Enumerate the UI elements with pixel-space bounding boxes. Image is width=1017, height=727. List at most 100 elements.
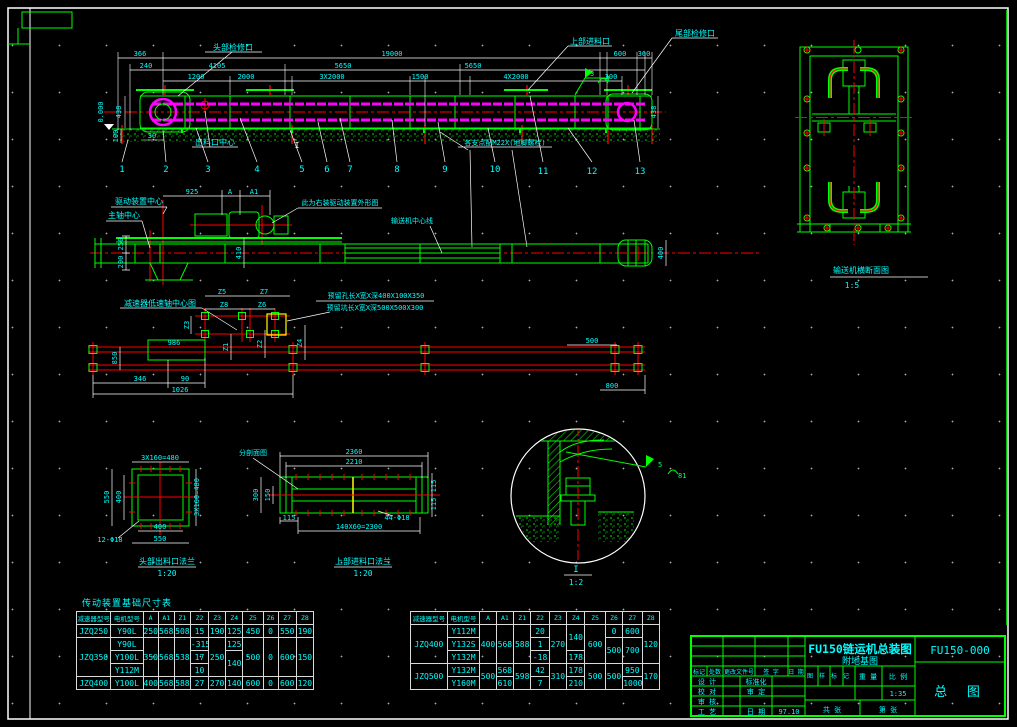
dim-200: 200	[117, 256, 125, 269]
dim-300-4b: 300	[252, 489, 260, 502]
dim-4a-right: 3X160=480	[193, 478, 201, 516]
dim-240: 240	[140, 62, 153, 70]
dim-100: 100	[112, 130, 120, 143]
tb-audit: 审 核	[698, 697, 716, 706]
dim-pitch-4b: 140X60=2300	[336, 523, 382, 531]
caption-section: 输送机横断面图	[833, 265, 889, 275]
dim-4a-left-inner: 400	[115, 491, 123, 504]
item-13: 13	[635, 167, 646, 177]
view1-elevation: 头部检修口 上部进料口 尾部检修口 出料口中心 各支点配M22X(地脚螺栓) 0…	[97, 28, 718, 248]
dim-z8: Z8	[220, 301, 228, 309]
dim-800: 800	[606, 382, 619, 390]
tb-check: 校 对	[698, 687, 716, 696]
dim-z7: Z7	[260, 288, 268, 296]
label-anchor-note: 各支点配M22X(地脚螺栓)	[464, 138, 545, 147]
dim-150-4b: 150	[264, 489, 272, 502]
dim-4a-holes: 12-Φ18	[97, 536, 122, 544]
dim-4a-left-outer: 550	[103, 491, 111, 504]
dim-z2: Z2	[256, 340, 264, 348]
label-drive-center: 驱动装置中心	[115, 196, 163, 206]
scale-4b: 1:20	[353, 569, 372, 578]
dim-4a-top: 3X160=480	[141, 454, 179, 462]
dim-z4: Z4	[296, 339, 304, 347]
label-outlet-center: 出料口中心	[195, 137, 235, 147]
weld-size-3: 3	[590, 70, 594, 78]
label-head-port: 头部检修口	[213, 42, 253, 52]
tb-file: 更改文件号	[724, 668, 754, 676]
table-row: JZQ350 Y90L 350 568 538 -315 250 125 500 0 600 150	[75, 637, 315, 677]
drawing-subtitle: 附地基图	[842, 655, 878, 667]
dim-500-v3: 500	[586, 337, 599, 345]
table-header-row: 减速器型号 电机型号 A A1 Z1 Z2 Z3 Z4 Z5 Z6 Z7 Z8	[75, 611, 315, 625]
item-1: 1	[119, 165, 124, 175]
label-main-shaft: 主轴中心	[108, 210, 140, 220]
dim-2000: 2000	[238, 73, 255, 81]
dim-z1: Z1	[222, 343, 230, 351]
dim-360: 360	[638, 50, 651, 58]
dim-5650-a: 5650	[335, 62, 352, 70]
tb-count: 处数	[709, 668, 721, 676]
table-row: Y132S 1 500 700	[411, 637, 660, 664]
scale-section: 1:5	[845, 281, 860, 290]
tb-page: 第 张	[879, 705, 897, 714]
caption-4b: 上部进料口法兰	[335, 556, 391, 566]
section-view: 输送机横断面图 1:5	[795, 40, 928, 290]
dim-115-b: 115	[430, 498, 438, 511]
tb-std: 标准化	[746, 677, 767, 686]
dim-250: 250	[117, 238, 125, 251]
tb-approve: 审 定	[747, 687, 765, 696]
dim-1200: 1200	[188, 73, 205, 81]
tb-date-label: 日 期	[747, 708, 765, 716]
item-10: 10	[490, 165, 501, 175]
tb-sign: 签 字	[763, 668, 779, 676]
table-row: JZQ400 Y100L 400 568 588 27 270 140 600 0 600 120	[75, 676, 315, 690]
drive-foundation-table-right: 减速器型号 电机型号 A A1 Z1 Z2 Z3 Z4 Z5 Z6 Z7 Z8 JZQ400 Y112M…	[410, 611, 661, 690]
table-row: JZQ500 Y132M 500 568 598 42 310 178 500 500 950 170	[410, 663, 661, 690]
table-row: JZQ400 Y112M 400 568 588 20 270 140 600 0 600 120	[410, 624, 661, 664]
item-11: 11	[538, 167, 549, 177]
dim-438-left: 438	[115, 106, 123, 119]
dim-300: 300	[605, 73, 618, 81]
dim-115-c: 115	[283, 514, 296, 522]
dim-90: 90	[181, 375, 189, 383]
dim-850: 850	[111, 352, 119, 365]
dim-4b-holes: 44-Φ18	[384, 514, 409, 522]
dim-1500: 1500	[412, 73, 429, 81]
label-tail-port: 尾部检修口	[675, 28, 715, 38]
item-2: 2	[163, 165, 168, 175]
view4a-head-flange: 3X160=480 3X160=480 550 400 400 550 12-Φ…	[97, 454, 201, 578]
dim-400-v2: 400	[657, 247, 665, 260]
tb-weight: 重 量	[859, 673, 877, 681]
dim-366: 366	[134, 50, 147, 58]
dim-986: 986	[168, 339, 181, 347]
label-hole-note-2: 预留坑长X宽X深500X500X300	[327, 303, 424, 312]
weld-size-5: 5	[658, 461, 662, 469]
item-9: 9	[442, 165, 447, 175]
view4b-inlet-flange: 2360 2210 300 150 115 115 115 140X60=230…	[239, 448, 440, 578]
dim-2360: 2360	[346, 448, 363, 456]
weld-note-81: 81	[678, 472, 686, 480]
tb-scale-value: 1:35	[890, 690, 907, 698]
item-7: 7	[347, 165, 352, 175]
dim-115-a: 115	[430, 480, 438, 493]
label-mount-note: 此为右装驱动装置外形图	[302, 198, 379, 207]
dim-4a-bot-inner: 400	[154, 523, 167, 531]
tb-process: 工 艺	[698, 708, 716, 716]
drawing-number: FU150-000	[930, 644, 990, 657]
dim-2210: 2210	[346, 458, 363, 466]
label-section-mark-i: I	[295, 141, 300, 150]
table-row: Y160M 610 7 210 1000	[411, 676, 660, 690]
item-5: 5	[299, 165, 304, 175]
dim-3x2000: 3X2000	[319, 73, 344, 81]
dim-A: A	[228, 188, 233, 196]
label-center-line: 输送机中心线	[391, 216, 433, 225]
dim-410: 410	[235, 247, 243, 260]
dim-925: 925	[186, 188, 199, 196]
scale-4a: 1:20	[157, 569, 176, 578]
label-hole-note-1: 预留孔长X宽X深400X100X350	[328, 291, 425, 300]
view3-foundation-plan: 减速器低速轴中心图 预留孔长X宽X深400X100X350 预留坑长X宽X深50…	[88, 288, 646, 398]
dim-19000: 19000	[381, 50, 402, 58]
label-splitter: 分剖面图	[239, 448, 267, 457]
sheet-name: 总 图	[934, 685, 986, 700]
dim-z5: Z5	[218, 288, 226, 296]
